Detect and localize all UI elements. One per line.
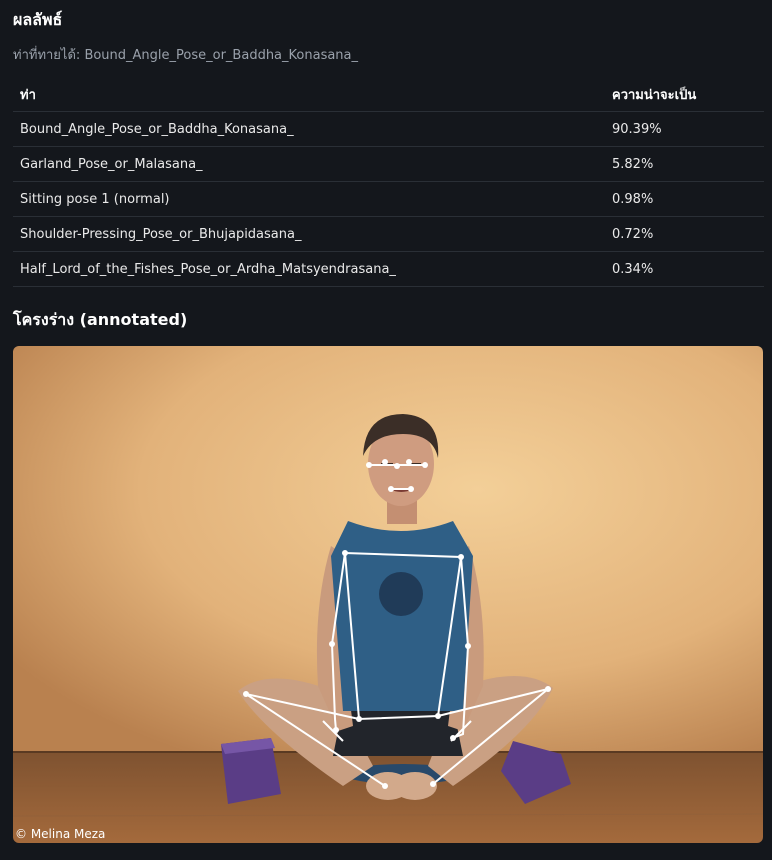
table-row: Garland_Pose_or_Malasana_ 5.82% [13, 146, 764, 182]
table-header-row: ท่า ความน่าจะเป็น [13, 78, 764, 112]
pose-name-cell: Sitting pose 1 (normal) [13, 181, 605, 217]
shirt-graphic [379, 572, 423, 616]
skeleton-title: โครงร่าง (annotated) [13, 310, 188, 329]
probability-table: ท่า ความน่าจะเป็น Bound_Angle_Pose_or_Ba… [13, 78, 764, 287]
column-header-probability: ความน่าจะเป็น [605, 78, 764, 112]
table-row: Sitting pose 1 (normal) 0.98% [13, 181, 764, 217]
probability-cell: 90.39% [605, 111, 764, 147]
predicted-value: Bound_Angle_Pose_or_Baddha_Konasana_ [84, 48, 359, 63]
probability-cell: 5.82% [605, 146, 764, 182]
right-foot [393, 772, 437, 800]
predicted-label: ท่าที่ทายได้: [13, 48, 81, 63]
column-header-pose: ท่า [13, 78, 605, 112]
pose-name-cell: Half_Lord_of_the_Fishes_Pose_or_Ardha_Ma… [13, 251, 605, 287]
photo-credit: © Melina Meza [15, 827, 106, 841]
pose-name-cell: Shoulder-Pressing_Pose_or_Bhujapidasana_ [13, 216, 605, 252]
table-row: Shoulder-Pressing_Pose_or_Bhujapidasana_… [13, 216, 764, 252]
probability-cell: 0.98% [605, 181, 764, 217]
table-row: Bound_Angle_Pose_or_Baddha_Konasana_ 90.… [13, 111, 764, 147]
probability-cell: 0.34% [605, 251, 764, 287]
result-title: ผลลัพธ์ [13, 10, 63, 29]
probability-cell: 0.72% [605, 216, 764, 252]
predicted-pose: ท่าที่ทายได้: Bound_Angle_Pose_or_Baddha… [13, 44, 358, 65]
table-row: Half_Lord_of_the_Fishes_Pose_or_Ardha_Ma… [13, 251, 764, 287]
shorts [333, 706, 463, 756]
annotated-photo: © Melina Meza [13, 346, 763, 843]
annotated-photo-illustration [13, 346, 763, 843]
pose-name-cell: Bound_Angle_Pose_or_Baddha_Konasana_ [13, 111, 605, 147]
pose-name-cell: Garland_Pose_or_Malasana_ [13, 146, 605, 182]
